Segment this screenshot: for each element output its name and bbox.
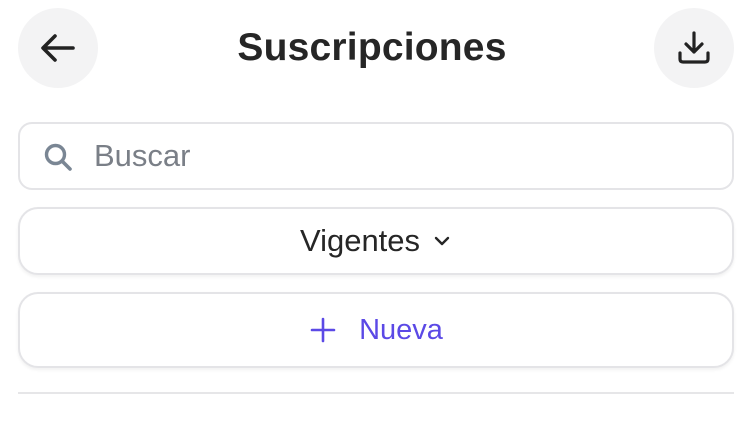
- page-title: Suscripciones: [237, 26, 507, 69]
- download-button[interactable]: [654, 8, 734, 88]
- status-filter-dropdown[interactable]: Vigentes: [18, 207, 734, 275]
- new-subscription-label: Nueva: [359, 314, 443, 346]
- subscriptions-screen: Suscripciones Vigentes Nueva: [0, 0, 744, 444]
- download-icon: [678, 31, 710, 64]
- search-input[interactable]: [94, 134, 714, 178]
- search-icon: [44, 143, 72, 171]
- search-box[interactable]: [18, 122, 734, 190]
- status-filter-label: Vigentes: [299, 223, 421, 258]
- chevron-down-icon: [434, 236, 450, 246]
- divider: [18, 392, 734, 394]
- plus-icon: [310, 317, 336, 343]
- new-subscription-button[interactable]: Nueva: [18, 292, 734, 368]
